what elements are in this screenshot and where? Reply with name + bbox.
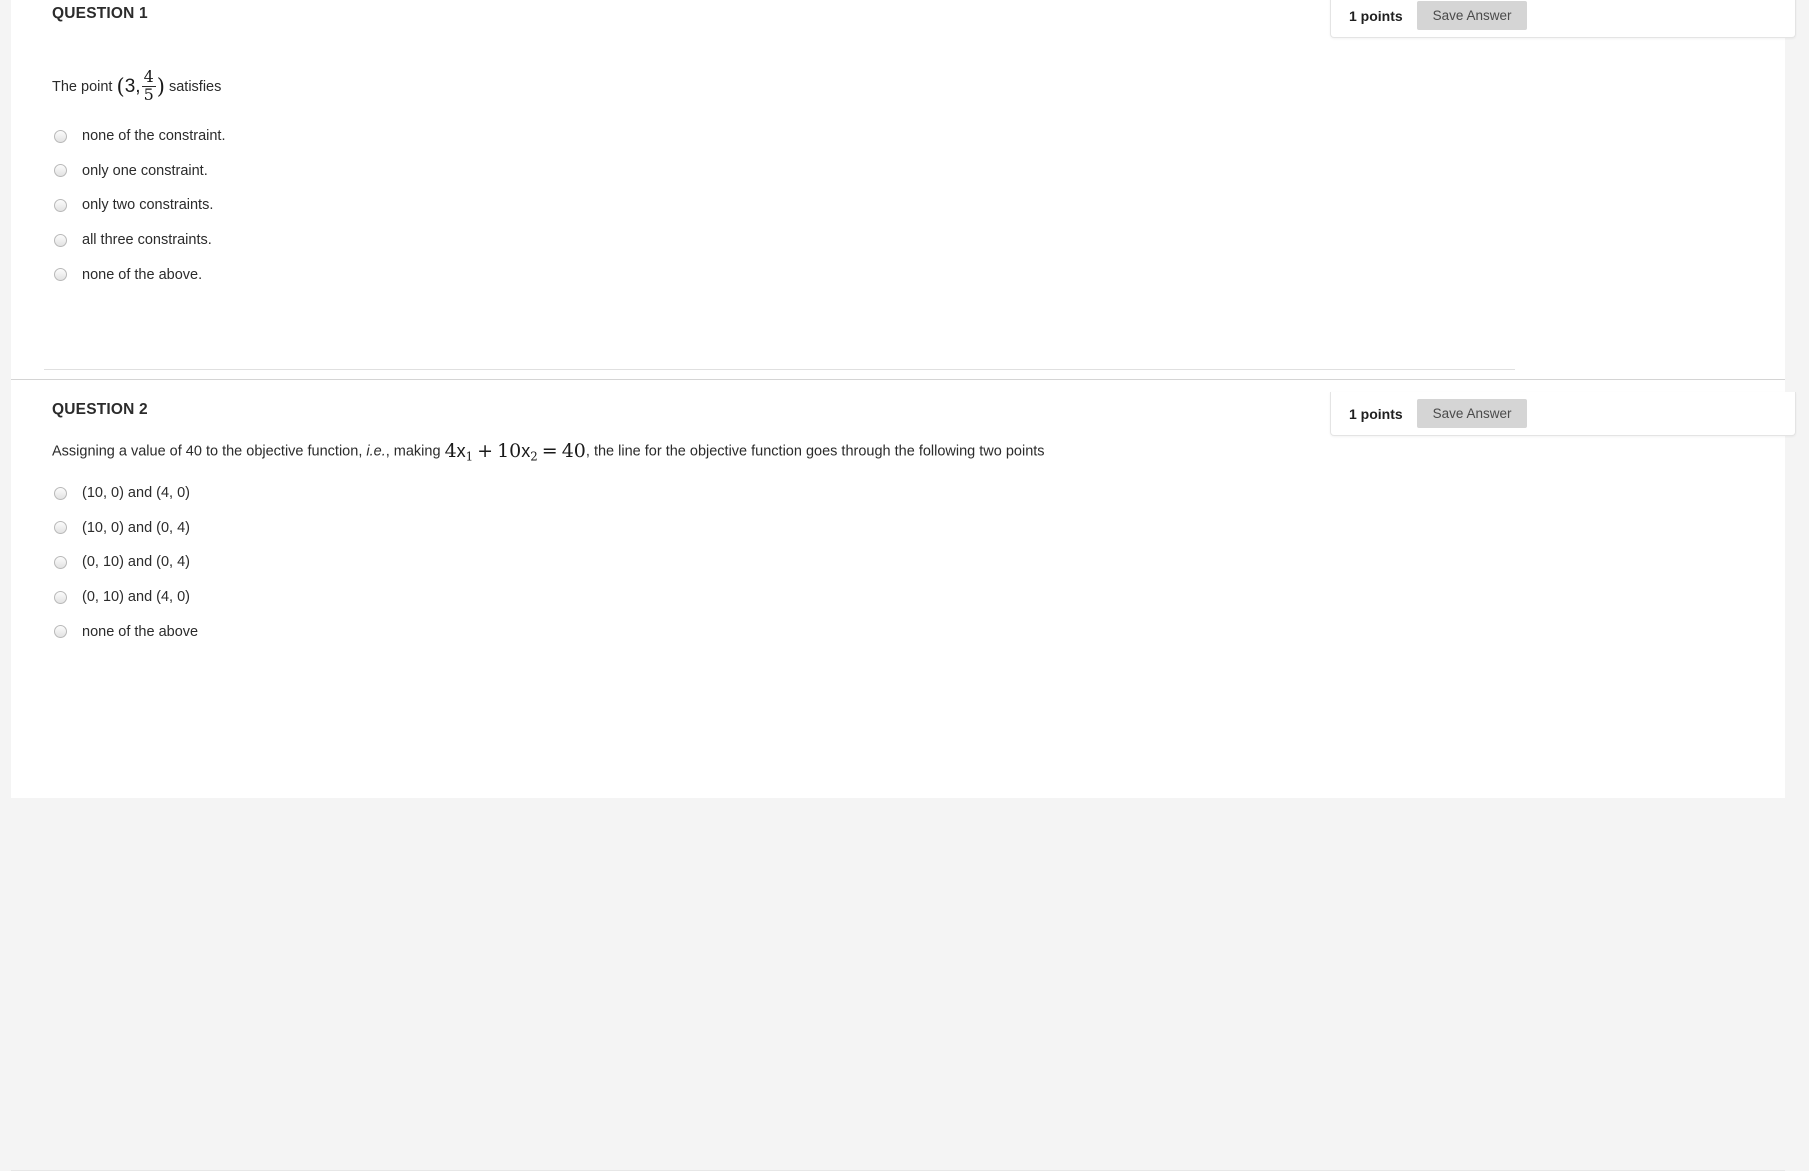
question-2-body-italic: i.e. (366, 443, 386, 460)
question-2-radio-4[interactable] (54, 590, 67, 604)
close-paren: ) (156, 74, 165, 99)
question-1-save-answer-button[interactable]: Save Answer (1416, 1, 1528, 30)
option-row[interactable]: (10, 0) and (4, 0) (52, 476, 198, 511)
fraction-four-fifths: 45 (141, 67, 156, 104)
option-label[interactable]: only two constraints. (82, 197, 213, 213)
question-1-heading: QUESTION 1 (52, 5, 148, 22)
fraction-denominator: 5 (141, 84, 156, 104)
question-1-points-panel: 1 points Save Answer (1330, 0, 1796, 38)
fraction-numerator: 4 (143, 67, 154, 86)
option-row[interactable]: all three constraints. (52, 223, 226, 258)
equation-variable-1: x (456, 441, 466, 461)
option-row[interactable]: none of the above. (52, 257, 226, 292)
option-label[interactable]: (0, 10) and (0, 4) (82, 554, 190, 570)
question-1-body-trail: satisfies (168, 79, 222, 96)
option-label[interactable]: (10, 0) and (0, 4) (82, 520, 190, 536)
option-row[interactable]: only two constraints. (52, 188, 226, 223)
question-2-radio-5[interactable] (54, 625, 67, 639)
option-label[interactable]: (0, 10) and (4, 0) (82, 589, 190, 605)
question-2-points-panel: 1 points Save Answer (1330, 392, 1796, 436)
open-paren: ( (116, 74, 125, 99)
question-1-body-lead: The point (52, 79, 113, 96)
question-1-points-label: 1 points (1349, 7, 1403, 24)
question-2-body-mid: , making (385, 443, 441, 460)
option-row[interactable]: none of the above (52, 614, 198, 649)
equation-variable-2: x (521, 441, 531, 461)
question-2-radio-2[interactable] (54, 521, 67, 535)
option-label[interactable]: all three constraints. (82, 232, 212, 248)
question-1-radio-5[interactable] (54, 268, 67, 282)
question-2-body-lead: Assigning a value of 40 to the objective… (52, 443, 363, 460)
question-1-radio-2[interactable] (54, 164, 67, 178)
option-row[interactable]: (10, 0) and (0, 4) (52, 511, 198, 546)
option-label[interactable]: only one constraint. (82, 163, 208, 179)
question-block-1: QUESTION 1 1 points Save Answer The poin… (11, 0, 1796, 380)
equation-coefficient-1: 4 (444, 440, 457, 462)
equation-plus-operator: + (477, 440, 494, 462)
option-label[interactable]: none of the constraint. (82, 128, 226, 144)
equation-coefficient-2: 10 (497, 440, 522, 462)
question-1-point-expression: (3, 4 5) (116, 68, 165, 102)
question-1-options: none of the constraint. only one constra… (52, 119, 226, 292)
question-2-radio-3[interactable] (54, 555, 67, 569)
first-coordinate: 3, (124, 76, 141, 98)
question-2-options: (10, 0) and (4, 0) (10, 0) and (0, 4) (0… (52, 476, 198, 649)
question-2-points-label: 1 points (1349, 405, 1403, 422)
question-1-body: The point (3, 4 5) satisfies (52, 68, 222, 105)
question-2-body: Assigning a value of 40 to the objective… (52, 437, 1045, 466)
option-label[interactable]: none of the above (82, 624, 198, 640)
equation-equals-operator: = (541, 440, 558, 462)
question-1-radio-3[interactable] (54, 198, 67, 212)
option-row[interactable]: only one constraint. (52, 154, 226, 189)
question-1-radio-4[interactable] (54, 233, 67, 247)
option-label[interactable]: none of the above. (82, 267, 202, 283)
question-block-2: QUESTION 2 1 points Save Answer Assignin… (11, 380, 1796, 1171)
question-2-heading: QUESTION 2 (52, 401, 148, 418)
option-row[interactable]: (0, 10) and (0, 4) (52, 545, 198, 580)
equation-right-hand-side: 40 (561, 440, 586, 462)
quiz-page: QUESTION 1 1 points Save Answer The poin… (0, 0, 1809, 1171)
question-2-objective-equation: 4x1 +10x2 = 40 (444, 440, 586, 464)
content-canvas: QUESTION 1 1 points Save Answer The poin… (11, 0, 1796, 1171)
question-2-radio-1[interactable] (54, 486, 67, 500)
option-row[interactable]: none of the constraint. (52, 119, 226, 154)
question-1-radio-1[interactable] (54, 129, 67, 143)
equation-subscript-2: 2 (530, 449, 538, 464)
option-row[interactable]: (0, 10) and (4, 0) (52, 580, 198, 615)
question-2-save-answer-button[interactable]: Save Answer (1416, 399, 1528, 428)
option-label[interactable]: (10, 0) and (4, 0) (82, 485, 190, 501)
question-1-inner-divider (44, 369, 1515, 370)
question-2-body-trail: , the line for the objective function go… (585, 443, 1045, 460)
